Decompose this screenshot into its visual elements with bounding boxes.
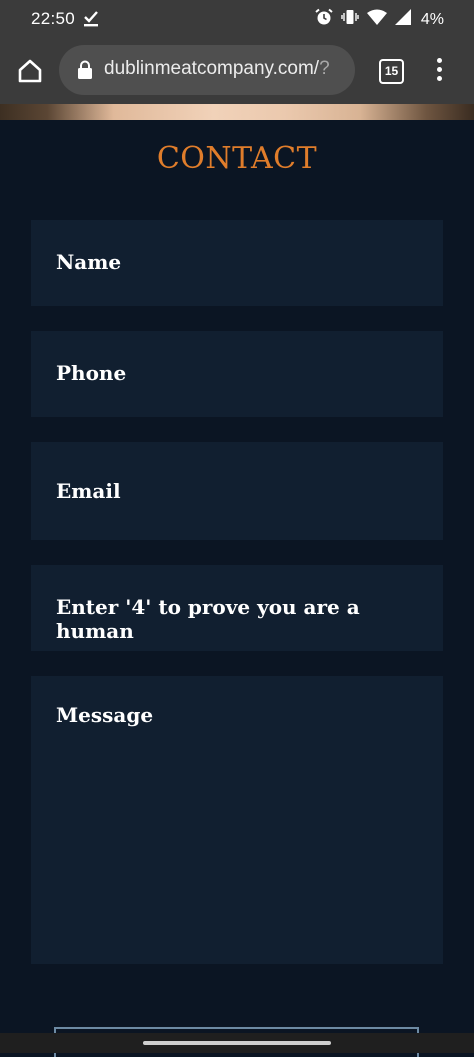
name-field[interactable]: Name	[31, 220, 443, 306]
phone-field[interactable]: Phone	[31, 331, 443, 417]
gesture-handle[interactable]	[143, 1041, 331, 1045]
lock-icon[interactable]	[77, 60, 93, 83]
captcha-field[interactable]: Enter '4' to prove you are a human	[31, 565, 443, 651]
hero-image	[0, 104, 474, 120]
more-vert-icon[interactable]	[434, 58, 444, 84]
status-bar: 22:50 4%	[0, 0, 474, 40]
battery-percent: 4%	[420, 10, 444, 28]
url-main: dublinmeatcompany.com/	[104, 58, 320, 79]
captcha-placeholder: Enter '4' to prove you are a human	[56, 595, 360, 643]
status-icons: 4%	[315, 8, 444, 31]
home-icon[interactable]	[16, 57, 44, 85]
browser-toolbar: dublinmeatcompany.com/? 15	[0, 40, 474, 104]
download-done-icon	[83, 10, 99, 33]
signal-icon	[394, 9, 411, 30]
url-tail: ?	[319, 58, 330, 79]
address-bar[interactable]: dublinmeatcompany.com/?	[59, 45, 355, 95]
message-placeholder: Message	[56, 703, 154, 727]
phone-placeholder: Phone	[56, 361, 127, 385]
name-placeholder: Name	[56, 250, 122, 274]
url-text[interactable]: dublinmeatcompany.com/?	[104, 58, 349, 80]
email-field[interactable]: Email	[31, 442, 443, 540]
status-time: 22:50	[31, 9, 76, 28]
vibrate-icon	[341, 8, 359, 31]
email-placeholder: Email	[56, 479, 121, 503]
wifi-icon	[366, 9, 387, 30]
message-field[interactable]: Message	[31, 676, 443, 964]
system-nav-bar	[0, 1033, 474, 1053]
tabs-icon[interactable]: 15	[379, 59, 404, 84]
page-title: CONTACT	[156, 141, 318, 176]
alarm-icon	[315, 8, 333, 31]
